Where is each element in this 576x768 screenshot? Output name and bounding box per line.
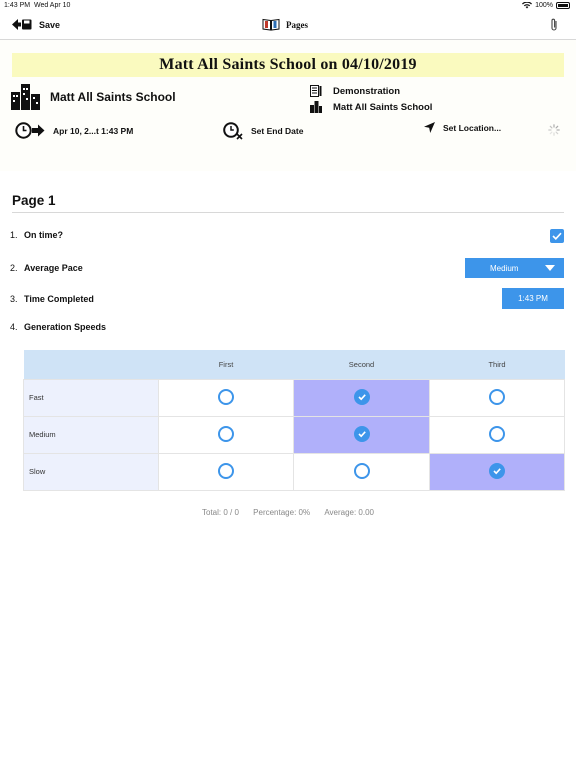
radio-button[interactable] (353, 463, 370, 480)
grid-row: Medium (23, 415, 565, 454)
document-icon (310, 85, 322, 97)
radio-button[interactable] (353, 389, 370, 406)
question-average-pace: 2. Average Pace (10, 263, 83, 273)
paperclip-icon[interactable] (550, 18, 558, 32)
question-number: 1. (10, 230, 18, 240)
question-on-time: 1. On time? (10, 230, 63, 240)
summary-average: Average: 0.00 (324, 508, 374, 517)
grid-row-label: Slow (23, 452, 159, 491)
save-arrow-icon (12, 19, 32, 30)
grid-cell (158, 378, 294, 417)
checkmark-icon (357, 394, 366, 401)
school-name: Matt All Saints School (50, 90, 176, 104)
time-completed-button[interactable]: 1:43 PM (502, 288, 564, 309)
set-location-button[interactable]: Set Location... (424, 122, 501, 133)
radio-button[interactable] (489, 463, 505, 480)
status-date: Wed Apr 10 (33, 2, 71, 9)
grid-header-row: First Second Third (23, 350, 565, 379)
battery-icon (556, 2, 570, 9)
question-label: On time? (24, 230, 64, 240)
radio-button[interactable] (218, 426, 234, 443)
status-clock: 1:43 PM (4, 2, 31, 9)
grid-row-label: Fast (23, 378, 159, 417)
question-label: Generation Speeds (24, 322, 107, 332)
end-date-label: Set End Date (251, 126, 304, 136)
grid-column-header: Third (429, 350, 565, 379)
start-date-button[interactable]: Apr 10, 2...t 1:43 PM (15, 122, 133, 139)
summary-percentage: Percentage: 0% (253, 508, 311, 517)
grid-cell (158, 415, 294, 454)
building-small-icon (310, 101, 322, 113)
form-name-row: Demonstration (310, 83, 432, 99)
save-label: Save (39, 19, 61, 30)
location-row: Matt All Saints School (310, 99, 432, 115)
set-end-date-button[interactable]: Set End Date (223, 122, 303, 140)
grid-corner (23, 350, 159, 379)
start-date-label: Apr 10, 2...t 1:43 PM (53, 125, 134, 136)
nav-title-label: Pages (286, 19, 308, 30)
save-button[interactable]: Save (12, 19, 60, 30)
radio-button[interactable] (489, 389, 505, 406)
grid-cell (429, 378, 565, 417)
location-arrow-icon (424, 122, 435, 133)
form-name: Demonstration (333, 85, 401, 97)
checkmark-icon (552, 232, 562, 240)
question-number: 3. (10, 294, 18, 304)
question-label: Time Completed (24, 294, 94, 304)
form-header: Matt All Saints School on 04/10/2019 Mat… (0, 40, 576, 171)
summary-bar: Total: 0 / 0 Percentage: 0% Average: 0.0… (0, 508, 576, 517)
status-time: 1:43 PM Wed Apr 10 (4, 2, 70, 9)
status-bar: 1:43 PM Wed Apr 10 100% (0, 0, 576, 12)
nav-title: Pages (262, 18, 308, 31)
dropdown-arrow-icon (545, 265, 555, 271)
location-label: Set Location... (443, 122, 502, 133)
book-icon (262, 18, 280, 31)
radio-button[interactable] (218, 389, 234, 406)
average-pace-dropdown[interactable]: Medium (465, 258, 564, 278)
summary-total: Total: 0 / 0 (202, 508, 239, 517)
buildings-icon (11, 84, 40, 110)
form-banner: Matt All Saints School on 04/10/2019 (12, 53, 564, 77)
grid-cell (293, 452, 430, 491)
grid-cell (429, 415, 565, 454)
school-block: Matt All Saints School (11, 84, 176, 110)
checkmark-icon (357, 431, 366, 438)
grid-column-header: First (158, 350, 294, 379)
grid-column-header: Second (293, 350, 430, 379)
clock-arrow-icon (15, 122, 45, 139)
radio-button[interactable] (353, 426, 370, 443)
page-title: Page 1 (12, 193, 56, 208)
question-number: 4. (10, 322, 18, 332)
grid-row: Slow (23, 452, 565, 491)
nav-bar: Save Pages (0, 12, 576, 40)
question-generation-speeds: 4. Generation Speeds (10, 322, 106, 332)
question-label: Average Pace (24, 263, 83, 273)
on-time-checkbox[interactable] (550, 229, 564, 243)
form-info: Demonstration Matt All Saints School (310, 83, 432, 115)
grid-cell (293, 378, 430, 417)
loading-spinner-icon (548, 124, 560, 136)
location-name: Matt All Saints School (333, 101, 433, 113)
grid-cell (429, 452, 565, 491)
grid-row: Fast (23, 378, 565, 417)
checkmark-icon (493, 468, 501, 475)
status-right: 100% (522, 2, 570, 9)
radio-button[interactable] (218, 463, 234, 480)
generation-speeds-grid: First Second Third Fast Medium Slow (23, 350, 565, 491)
page-divider (12, 212, 564, 213)
battery-percent: 100% (535, 2, 553, 9)
question-time-completed: 3. Time Completed (10, 294, 94, 304)
grid-cell (158, 452, 294, 491)
clock-x-icon (223, 122, 243, 140)
dropdown-value: Medium (490, 263, 519, 273)
grid-row-label: Medium (23, 415, 159, 454)
question-number: 2. (10, 263, 18, 273)
wifi-icon (522, 2, 533, 9)
radio-button[interactable] (489, 426, 505, 443)
grid-cell (293, 415, 430, 454)
